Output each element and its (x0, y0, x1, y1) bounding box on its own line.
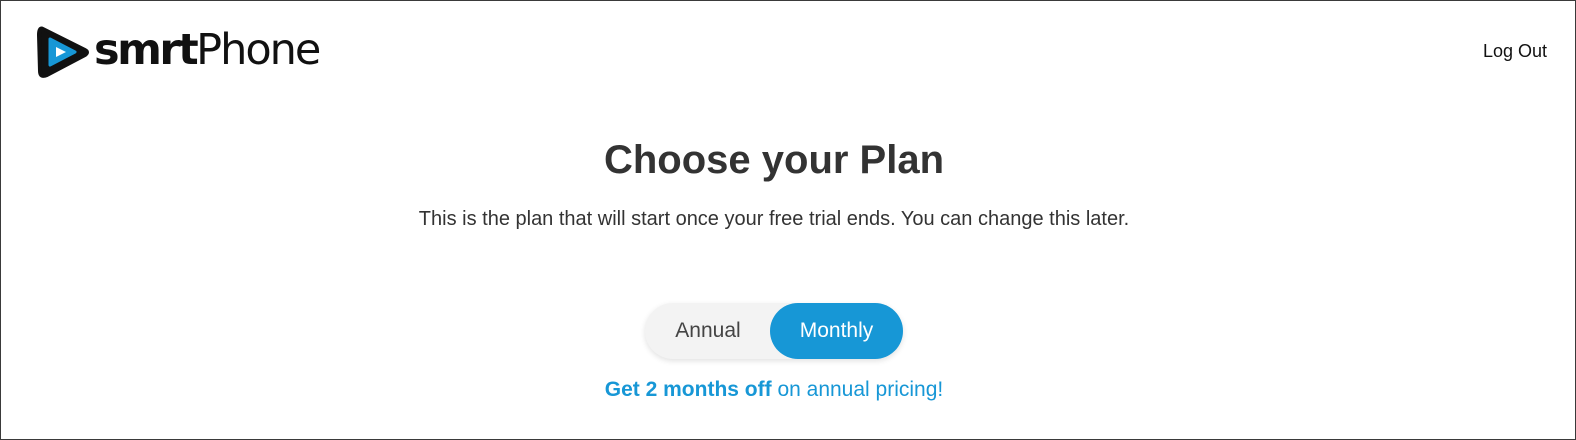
billing-period-toggle[interactable]: Annual Monthly (645, 303, 903, 359)
page-frame: smrtPhone Log Out Choose your Plan This … (0, 0, 1576, 440)
logout-button[interactable]: Log Out (1483, 41, 1547, 62)
logo-text-light: Phone (196, 24, 321, 75)
annual-promo-text: Get 2 months off on annual pricing! (1, 378, 1547, 402)
smrtphone-logo[interactable]: smrtPhone (35, 23, 321, 81)
promo-highlight: Get 2 months off (604, 378, 772, 401)
annual-option[interactable]: Annual (645, 303, 771, 359)
logo-text-bold: smrt (94, 24, 199, 75)
play-icon (37, 26, 89, 78)
page-title: Choose your Plan (603, 138, 945, 182)
logo-wordmark: smrtPhone (94, 28, 321, 72)
promo-rest: on annual pricing! (771, 378, 944, 401)
page-subtitle: This is the plan that will start once yo… (418, 208, 1130, 230)
monthly-option[interactable]: Monthly (770, 303, 903, 359)
